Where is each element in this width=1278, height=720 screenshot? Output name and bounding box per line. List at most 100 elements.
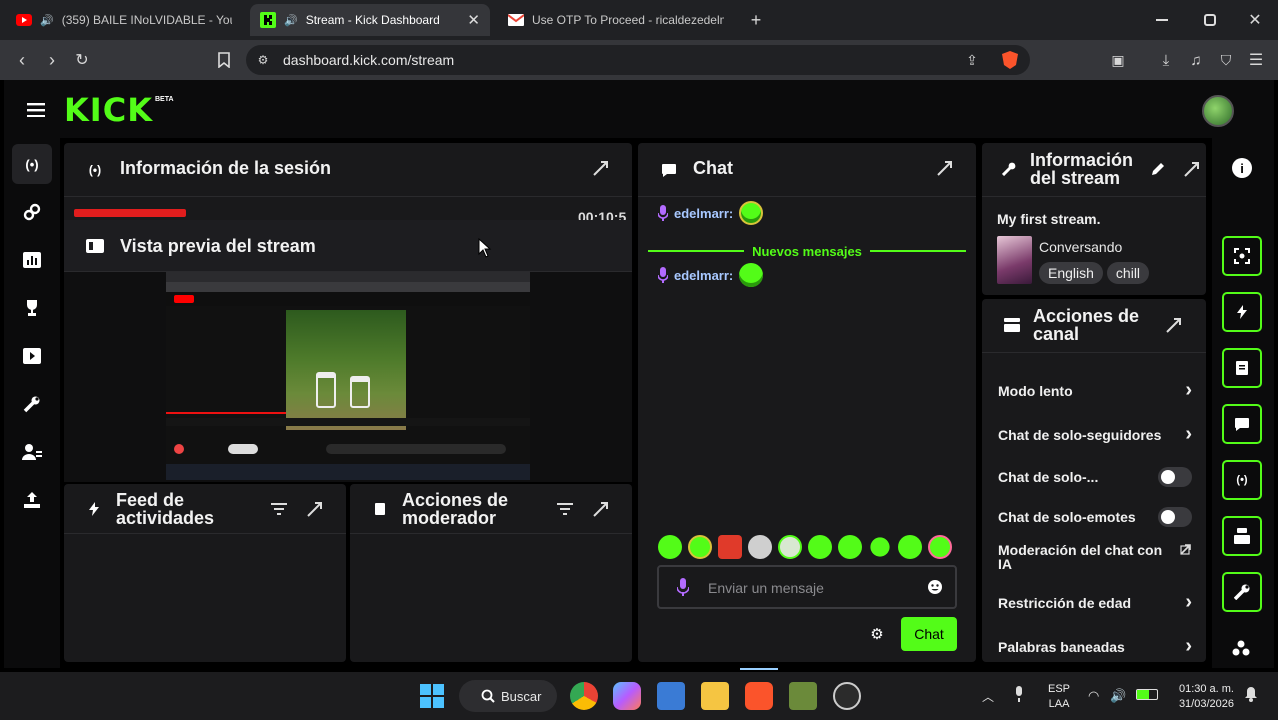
chrome-icon[interactable]: [570, 682, 598, 710]
rail-broadcast-icon[interactable]: (•): [1222, 460, 1262, 500]
edit-icon[interactable]: [1148, 159, 1168, 179]
popout-icon[interactable]: [590, 498, 612, 520]
rail-document-icon[interactable]: [1222, 348, 1262, 388]
emote-icon[interactable]: [748, 535, 772, 559]
kick-logo[interactable]: KICK BETA: [64, 94, 174, 126]
back-icon[interactable]: ‹: [10, 48, 34, 72]
share-icon[interactable]: ⇪: [960, 48, 984, 72]
action-ai-moderation[interactable]: Moderación del chat con IA: [998, 543, 1192, 571]
nav-users-icon[interactable]: [12, 432, 52, 472]
emote-icon[interactable]: [718, 535, 742, 559]
mouse-cursor-icon: [478, 238, 492, 258]
avatar[interactable]: [1202, 95, 1234, 127]
mic-icon[interactable]: [677, 578, 689, 596]
brave-shield-icon[interactable]: [998, 48, 1022, 72]
brave-icon[interactable]: [745, 682, 773, 710]
close-window-icon[interactable]: ✕: [1243, 8, 1267, 32]
nav-wrench-icon[interactable]: [12, 384, 52, 424]
rail-preview-icon[interactable]: [1222, 516, 1262, 556]
chevron-up-icon[interactable]: ︿: [982, 688, 994, 705]
restore-icon[interactable]: [1198, 8, 1222, 32]
action-followers-only[interactable]: Chat de solo-seguidores ›: [998, 423, 1192, 446]
rail-more-icon[interactable]: [1232, 640, 1250, 656]
rail-chat-icon[interactable]: [1222, 404, 1262, 444]
nav-video-icon[interactable]: [12, 336, 52, 376]
vpn-icon[interactable]: ⛉: [1214, 48, 1238, 72]
nav-stream-icon[interactable]: (•): [12, 144, 52, 184]
popout-icon[interactable]: [1182, 159, 1202, 179]
title-line: Feed de: [116, 490, 185, 510]
minecraft-icon[interactable]: [789, 682, 817, 710]
site-settings-icon[interactable]: ⚙: [254, 50, 272, 70]
chat-panel: Chat edelmarr: Nuevos mensajes edelmarr:…: [638, 143, 976, 662]
copilot-icon[interactable]: [613, 682, 641, 710]
popout-icon[interactable]: [304, 498, 326, 520]
chat-settings-icon[interactable]: ⚙: [868, 625, 886, 643]
popout-icon[interactable]: [590, 157, 612, 179]
url-text[interactable]: dashboard.kick.com/stream: [283, 52, 454, 68]
rail-wrench-icon[interactable]: [1222, 572, 1262, 612]
reload-icon[interactable]: ↻: [70, 48, 94, 72]
file-explorer-icon[interactable]: [701, 682, 729, 710]
nav-analytics-icon[interactable]: [12, 240, 52, 280]
menu-icon[interactable]: ☰: [1244, 48, 1268, 72]
popout-icon[interactable]: [1164, 315, 1184, 335]
hamburger-icon[interactable]: [24, 98, 48, 122]
nav-trophy-icon[interactable]: [12, 288, 52, 328]
emote-icon[interactable]: [778, 535, 802, 559]
language-indicator[interactable]: ESP LAA: [1048, 682, 1070, 712]
taskbar-search[interactable]: Buscar: [459, 680, 557, 712]
rail-bolt-icon[interactable]: [1222, 292, 1262, 332]
minimize-icon[interactable]: [1150, 8, 1174, 32]
battery-icon[interactable]: [1136, 689, 1158, 700]
tab-kick-dashboard[interactable]: 🔊 Stream - Kick Dashboard ✕: [250, 4, 490, 36]
emote-icon[interactable]: [870, 537, 890, 557]
emote-icon[interactable]: [688, 535, 712, 559]
volume-icon[interactable]: 🔊: [1110, 688, 1126, 704]
emoji-icon[interactable]: [927, 579, 943, 595]
emote-icon[interactable]: [658, 535, 682, 559]
filter-icon[interactable]: [554, 498, 576, 520]
new-tab-button[interactable]: +: [744, 8, 768, 32]
emote-icon[interactable]: [928, 535, 952, 559]
bookmark-icon[interactable]: [212, 48, 236, 72]
toggle-switch[interactable]: [1158, 467, 1192, 487]
action-slow-mode[interactable]: Modo lento ›: [998, 379, 1192, 402]
toggle-switch[interactable]: [1158, 507, 1192, 527]
forward-icon[interactable]: ›: [40, 48, 64, 72]
emote-icon[interactable]: [838, 535, 862, 559]
nav-upload-icon[interactable]: [12, 480, 52, 520]
wifi-icon[interactable]: ◠: [1088, 688, 1099, 704]
nav-link-icon[interactable]: [12, 192, 52, 232]
chat-username[interactable]: edelmarr:: [674, 268, 733, 283]
filter-icon[interactable]: [268, 498, 290, 520]
store-icon[interactable]: [657, 682, 685, 710]
action-banned-words[interactable]: Palabras baneadas ›: [998, 635, 1192, 658]
popout-icon[interactable]: [934, 157, 956, 179]
video-browser-tabs: [166, 272, 530, 282]
windows-start-icon[interactable]: [420, 684, 444, 708]
rail-capture-icon[interactable]: [1222, 236, 1262, 276]
stream-video[interactable]: [166, 272, 530, 480]
emote-icon[interactable]: [808, 535, 832, 559]
send-chat-button[interactable]: Chat: [901, 617, 957, 651]
media-icon[interactable]: ♫: [1184, 48, 1208, 72]
clock[interactable]: 01:30 a. m. 31/03/2026: [1168, 682, 1234, 712]
notification-icon[interactable]: [1244, 686, 1258, 702]
mic-tray-icon[interactable]: [1014, 686, 1024, 702]
video-youtube-header: [166, 292, 530, 306]
download-icon[interactable]: ⤓: [1154, 48, 1178, 72]
chat-input[interactable]: Enviar un mensaje: [657, 565, 957, 609]
emote-icon[interactable]: [898, 535, 922, 559]
obs-icon[interactable]: [833, 682, 861, 710]
info-icon[interactable]: i: [1232, 158, 1252, 178]
stream-preview-panel: Vista previa del stream: [64, 220, 632, 482]
tab-youtube[interactable]: 🔊 (359) BAILE INoLVIDABLE - YouTube: [6, 4, 242, 36]
tag-list: English chill: [1039, 262, 1153, 284]
close-tab-icon[interactable]: ✕: [467, 11, 480, 29]
tab-gmail[interactable]: Use OTP To Proceed - ricaldezedelmar: [498, 4, 734, 36]
reader-icon[interactable]: ▣: [1106, 48, 1130, 72]
live-indicator-bar: [74, 209, 186, 217]
action-age-restriction[interactable]: Restricción de edad ›: [998, 591, 1192, 614]
chat-username[interactable]: edelmarr:: [674, 206, 733, 221]
